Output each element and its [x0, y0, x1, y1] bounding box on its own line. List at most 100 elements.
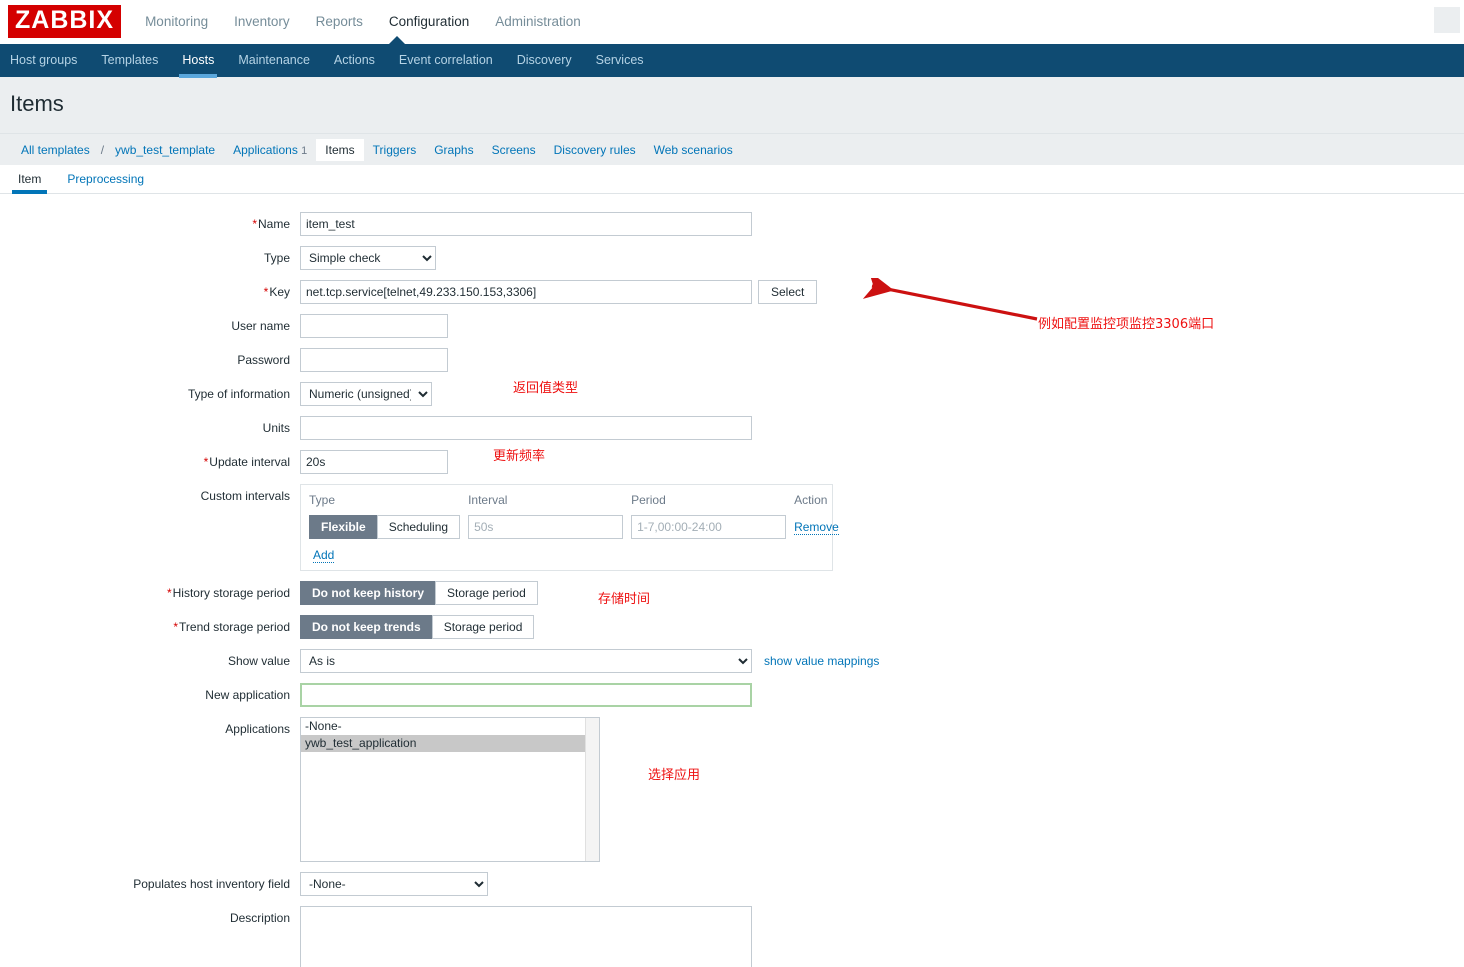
subnav-item-hosts[interactable]: Hosts — [179, 44, 218, 78]
update-interval-label: *Update interval — [203, 455, 290, 469]
password-label: Password — [237, 353, 290, 367]
units-label: Units — [262, 421, 290, 435]
populates-host-inventory-field-label: Populates host inventory field — [133, 877, 290, 891]
update-interval-input[interactable] — [300, 450, 448, 474]
list-item[interactable]: -None- — [301, 718, 599, 735]
form-tabs: Item Preprocessing — [0, 165, 1464, 194]
applications-listbox[interactable]: -None- ywb_test_application — [300, 717, 600, 862]
annotation-applications-note: 选择应用 — [648, 768, 701, 783]
list-item[interactable]: ywb_test_application — [301, 735, 599, 752]
history-do-not-keep[interactable]: Do not keep history — [300, 581, 436, 605]
tab-preprocessing[interactable]: Preprocessing — [61, 172, 150, 193]
remove-interval-link[interactable]: Remove — [794, 520, 839, 535]
new-application-label: New application — [205, 688, 290, 702]
breadcrumb-tab-applications-label: Applications — [233, 142, 298, 157]
topnav-item-administration[interactable]: Administration — [495, 0, 581, 44]
annotation-key-note: 例如配置监控项监控3306端口 — [1038, 317, 1215, 332]
breadcrumb-tab-applications[interactable]: Applications 1 — [224, 139, 316, 161]
annotation-type-of-information-note: 返回值类型 — [513, 381, 579, 396]
period-input[interactable] — [631, 515, 787, 539]
subnav-item-discovery[interactable]: Discovery — [517, 44, 572, 77]
listbox-scrollbar[interactable] — [585, 718, 599, 861]
interval-input[interactable] — [468, 515, 624, 539]
topnav-item-inventory[interactable]: Inventory — [234, 0, 290, 44]
tab-item[interactable]: Item — [12, 172, 48, 194]
key-input[interactable] — [300, 280, 752, 304]
subnav-item-templates[interactable]: Templates — [101, 44, 158, 77]
show-value-select[interactable]: As is — [300, 649, 752, 673]
page-title: Items — [10, 91, 64, 116]
form-row-update-interval: *Update interval — [0, 450, 1464, 474]
type-of-information-select[interactable]: Numeric (unsigned) — [300, 382, 432, 406]
type-select[interactable]: Simple check — [300, 246, 436, 270]
subnav-item-event-correlation[interactable]: Event correlation — [399, 44, 493, 77]
breadcrumb-tab-triggers[interactable]: Triggers — [364, 139, 426, 161]
user-name-label: User name — [231, 319, 290, 333]
page-header: Items — [0, 77, 1464, 133]
breadcrumb-tab-web-scenarios[interactable]: Web scenarios — [645, 139, 742, 161]
populates-host-inventory-field-select[interactable]: -None- — [300, 872, 488, 896]
trend-do-not-keep[interactable]: Do not keep trends — [300, 615, 432, 639]
history-storage-period-option[interactable]: Storage period — [435, 581, 538, 605]
type-of-information-label: Type of information — [187, 387, 290, 401]
add-interval-link[interactable]: Add — [313, 548, 335, 563]
interval-type-segmented: Flexible Scheduling — [309, 515, 461, 539]
form-row-custom-intervals: Custom intervals Type Interval Period Ac… — [0, 484, 1464, 571]
main-navigation: Monitoring Inventory Reports Configurati… — [145, 0, 581, 44]
form-row-show-value: Show value As is show value mappings — [0, 649, 1464, 673]
subnav-item-maintenance[interactable]: Maintenance — [238, 44, 310, 77]
interval-type-flexible[interactable]: Flexible — [309, 515, 377, 539]
add-interval-wrap: Add — [305, 539, 824, 563]
col-header-action: Action — [794, 493, 828, 507]
topnav-item-reports[interactable]: Reports — [316, 0, 363, 44]
required-marker: * — [166, 586, 172, 600]
form-row-user-name: User name — [0, 314, 1464, 338]
breadcrumb-tab-screens[interactable]: Screens — [483, 139, 545, 161]
user-menu-button[interactable] — [1434, 7, 1460, 33]
custom-intervals-header-row: Type Interval Period Action — [305, 491, 843, 515]
breadcrumb-template-name[interactable]: ywb_test_template — [106, 139, 224, 161]
form-row-type: Type Simple check — [0, 246, 1464, 270]
subnav-item-services[interactable]: Services — [596, 44, 644, 77]
breadcrumb-tab-items[interactable]: Items — [316, 138, 364, 161]
key-label: *Key — [263, 285, 290, 299]
show-value-label: Show value — [227, 654, 290, 668]
required-marker: * — [203, 455, 209, 469]
col-header-period: Period — [631, 493, 666, 507]
show-value-mappings-link[interactable]: show value mappings — [764, 654, 879, 668]
breadcrumb-tab-graphs[interactable]: Graphs — [425, 139, 482, 161]
new-application-input[interactable] — [300, 683, 752, 707]
custom-intervals-table: Type Interval Period Action Flexible Sch… — [305, 491, 843, 539]
top-header: ZABBIX Monitoring Inventory Reports Conf… — [0, 0, 1464, 44]
key-select-button[interactable]: Select — [758, 280, 818, 304]
custom-intervals-label: Custom intervals — [200, 489, 290, 503]
subnav-item-actions[interactable]: Actions — [334, 44, 375, 77]
col-header-type: Type — [309, 493, 336, 507]
required-marker: * — [173, 620, 179, 634]
name-input[interactable] — [300, 212, 752, 236]
breadcrumb: All templates / ywb_test_template Applic… — [0, 133, 1464, 165]
breadcrumb-tab-discovery-rules[interactable]: Discovery rules — [545, 139, 645, 161]
trend-storage-segmented: Do not keep trends Storage period — [300, 615, 535, 639]
custom-intervals-box: Type Interval Period Action Flexible Sch… — [300, 484, 839, 571]
zabbix-logo[interactable]: ZABBIX — [8, 5, 122, 38]
breadcrumb-all-templates[interactable]: All templates — [12, 139, 99, 161]
form-row-type-of-information: Type of information Numeric (unsigned) — [0, 382, 1464, 406]
annotation-update-interval-note: 更新频率 — [493, 449, 546, 464]
breadcrumb-separator: / — [100, 142, 105, 157]
interval-type-scheduling[interactable]: Scheduling — [376, 515, 461, 539]
cell-interval — [464, 515, 627, 539]
user-name-input[interactable] — [300, 314, 448, 338]
cell-action: Remove — [790, 515, 843, 539]
description-textarea[interactable] — [300, 906, 752, 967]
units-input[interactable] — [300, 416, 752, 440]
trend-storage-period-option[interactable]: Storage period — [431, 615, 535, 639]
subnav-item-host-groups[interactable]: Host groups — [10, 44, 77, 77]
password-input[interactable] — [300, 348, 448, 372]
breadcrumb-tab-applications-count: 1 — [301, 144, 308, 157]
topnav-item-monitoring[interactable]: Monitoring — [145, 0, 208, 44]
cell-period — [627, 515, 790, 539]
form-row-key: *Key Select — [0, 280, 1464, 304]
name-label: *Name — [252, 217, 290, 231]
form-row-name: *Name — [0, 212, 1464, 236]
